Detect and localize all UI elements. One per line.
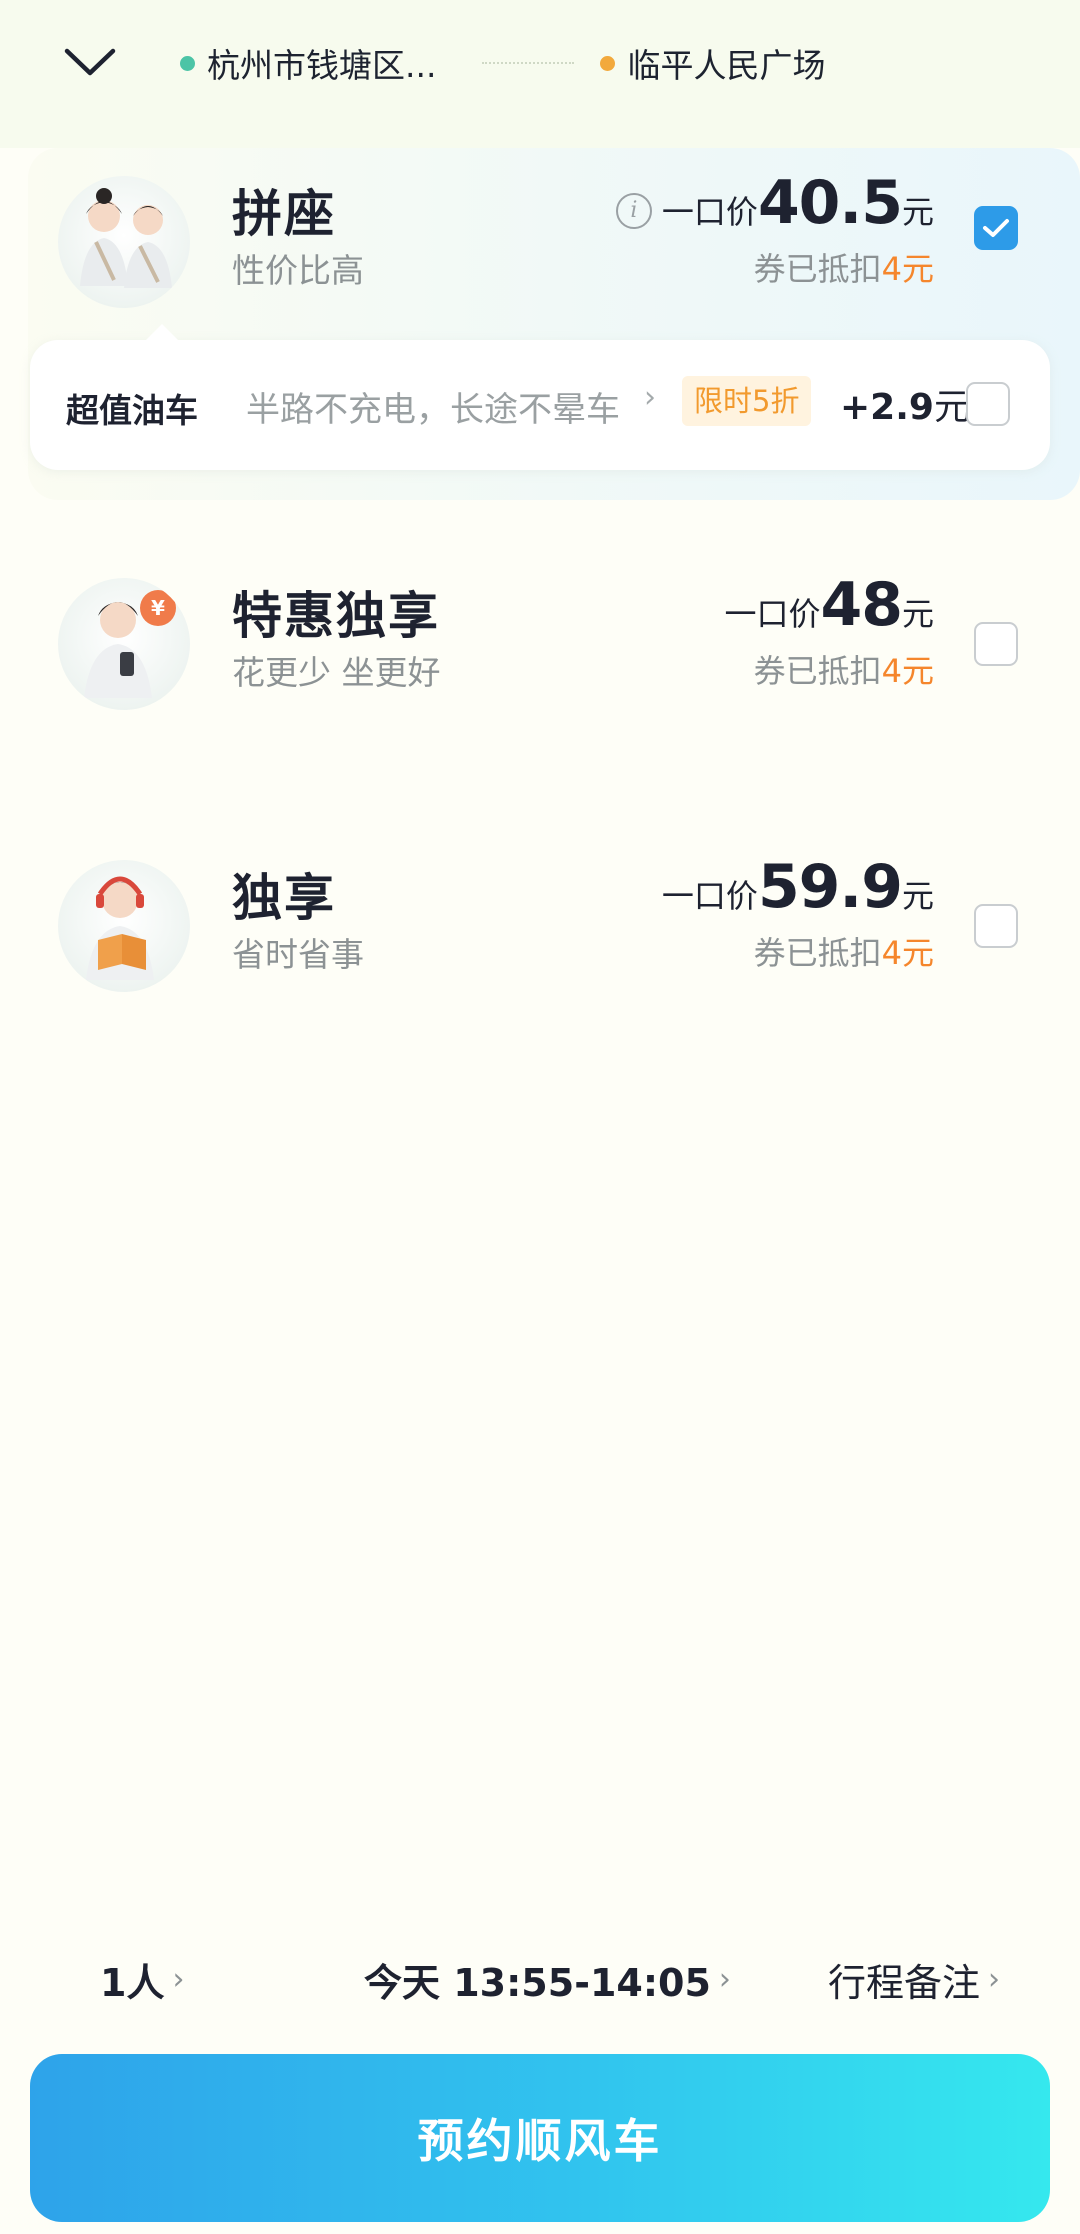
discount-private-title: 特惠独享 <box>232 587 440 645</box>
destination-dot <box>600 55 616 71</box>
carpool-avatar <box>58 176 190 308</box>
ride-option-private[interactable]: 独享 省时省事 一口价 59.9 元 券已抵扣4元 <box>0 822 1080 1104</box>
coupon-amount: 4元 <box>881 652 934 690</box>
discount-private-coupon: 券已抵扣4元 <box>754 646 934 692</box>
addon-description[interactable]: 半路不充电，长途不晕车 <box>246 382 620 431</box>
coupon-amount: 4元 <box>881 934 934 972</box>
coupon-amount: 4元 <box>881 250 934 288</box>
origin-label: 杭州市钱塘区... <box>207 46 437 85</box>
passenger-with-phone-icon: ¥ <box>84 590 176 698</box>
price-unit: 元 <box>901 877 934 915</box>
bottom-bar: 1人 › 今天 13:55-14:05 › 行程备注 › 预约顺风车 <box>0 1904 1080 2234</box>
price-prefix: 一口价 <box>661 877 758 915</box>
private-price: 一口价 59.9 元 <box>662 852 934 922</box>
departure-time-selector[interactable]: 今天 13:55-14:05 › <box>364 1952 731 2007</box>
price-unit: 元 <box>901 193 934 231</box>
route-connector <box>482 62 575 64</box>
info-icon[interactable]: i <box>615 192 652 229</box>
origin-dot <box>180 55 195 71</box>
checkmark-icon <box>983 219 1009 237</box>
passenger-count: 1人 <box>100 1961 165 2005</box>
carpool-price: i 一口价 40.5 元 <box>615 168 934 238</box>
addon-price-value: +2.9 <box>840 387 934 428</box>
route-summary[interactable]: 杭州市钱塘区... 临平人民广场 <box>180 36 900 90</box>
chevron-right-icon: › <box>172 1962 185 1997</box>
route-header: 杭州市钱塘区... 临平人民广场 <box>0 0 1080 148</box>
addon-pointer <box>144 324 180 342</box>
discount-badge: 限时5折 <box>682 376 812 426</box>
book-ride-button[interactable]: 预约顺风车 <box>30 2054 1050 2222</box>
trip-note-button[interactable]: 行程备注 › <box>828 1952 1000 2007</box>
discount-private-price: 一口价 48 元 <box>724 570 934 640</box>
passenger-reading-icon <box>86 876 154 980</box>
price-prefix: 一口价 <box>661 193 758 231</box>
discount-private-avatar: ¥ <box>58 578 190 710</box>
coupon-text: 券已抵扣 <box>753 652 882 690</box>
addon-checkbox[interactable] <box>966 382 1010 426</box>
carpool-coupon: 券已抵扣4元 <box>754 244 934 290</box>
addon-title: 超值油车 <box>66 391 198 430</box>
coupon-text: 券已抵扣 <box>753 250 882 288</box>
trip-note-label: 行程备注 <box>828 1961 981 2005</box>
departure-time: 今天 13:55-14:05 <box>364 1961 711 2005</box>
carpool-checkbox[interactable] <box>974 206 1018 250</box>
addon-price: +2.9元 <box>840 378 970 430</box>
addon-price-unit: 元 <box>933 387 970 428</box>
destination-label: 临平人民广场 <box>627 46 826 85</box>
price-prefix: 一口价 <box>724 595 821 633</box>
chevron-down-icon <box>64 48 116 76</box>
carpool-subtitle: 性价比高 <box>232 251 364 290</box>
addon-fuel-car[interactable]: 超值油车 半路不充电，长途不晕车 › 限时5折 +2.9元 <box>30 324 1050 470</box>
price-unit: 元 <box>901 595 934 633</box>
private-title: 独享 <box>232 869 336 927</box>
private-coupon: 券已抵扣4元 <box>754 928 934 974</box>
ride-option-carpool[interactable]: 拼座 性价比高 i 一口价 40.5 元 券已抵扣4元 超值油车 半路不充电，长… <box>0 148 1080 500</box>
two-passengers-icon <box>80 188 172 288</box>
price-value: 48 <box>820 570 902 640</box>
private-checkbox[interactable] <box>974 904 1018 948</box>
chevron-right-icon: › <box>644 380 656 415</box>
collapse-button[interactable] <box>60 36 120 88</box>
chevron-right-icon: › <box>718 1962 731 1997</box>
price-value: 59.9 <box>757 852 903 922</box>
private-avatar <box>58 860 190 992</box>
private-subtitle: 省时省事 <box>232 935 364 974</box>
passenger-count-selector[interactable]: 1人 › <box>100 1952 184 2007</box>
chevron-right-icon: › <box>988 1962 1001 1997</box>
coupon-text: 券已抵扣 <box>753 934 882 972</box>
svg-text:¥: ¥ <box>151 596 165 620</box>
price-value: 40.5 <box>757 168 903 238</box>
discount-private-checkbox[interactable] <box>974 622 1018 666</box>
discount-private-subtitle: 花更少 坐更好 <box>232 653 441 692</box>
ride-option-discount-private[interactable]: ¥ 特惠独享 花更少 坐更好 一口价 48 元 券已抵扣4元 <box>0 540 1080 822</box>
carpool-title: 拼座 <box>232 185 336 243</box>
